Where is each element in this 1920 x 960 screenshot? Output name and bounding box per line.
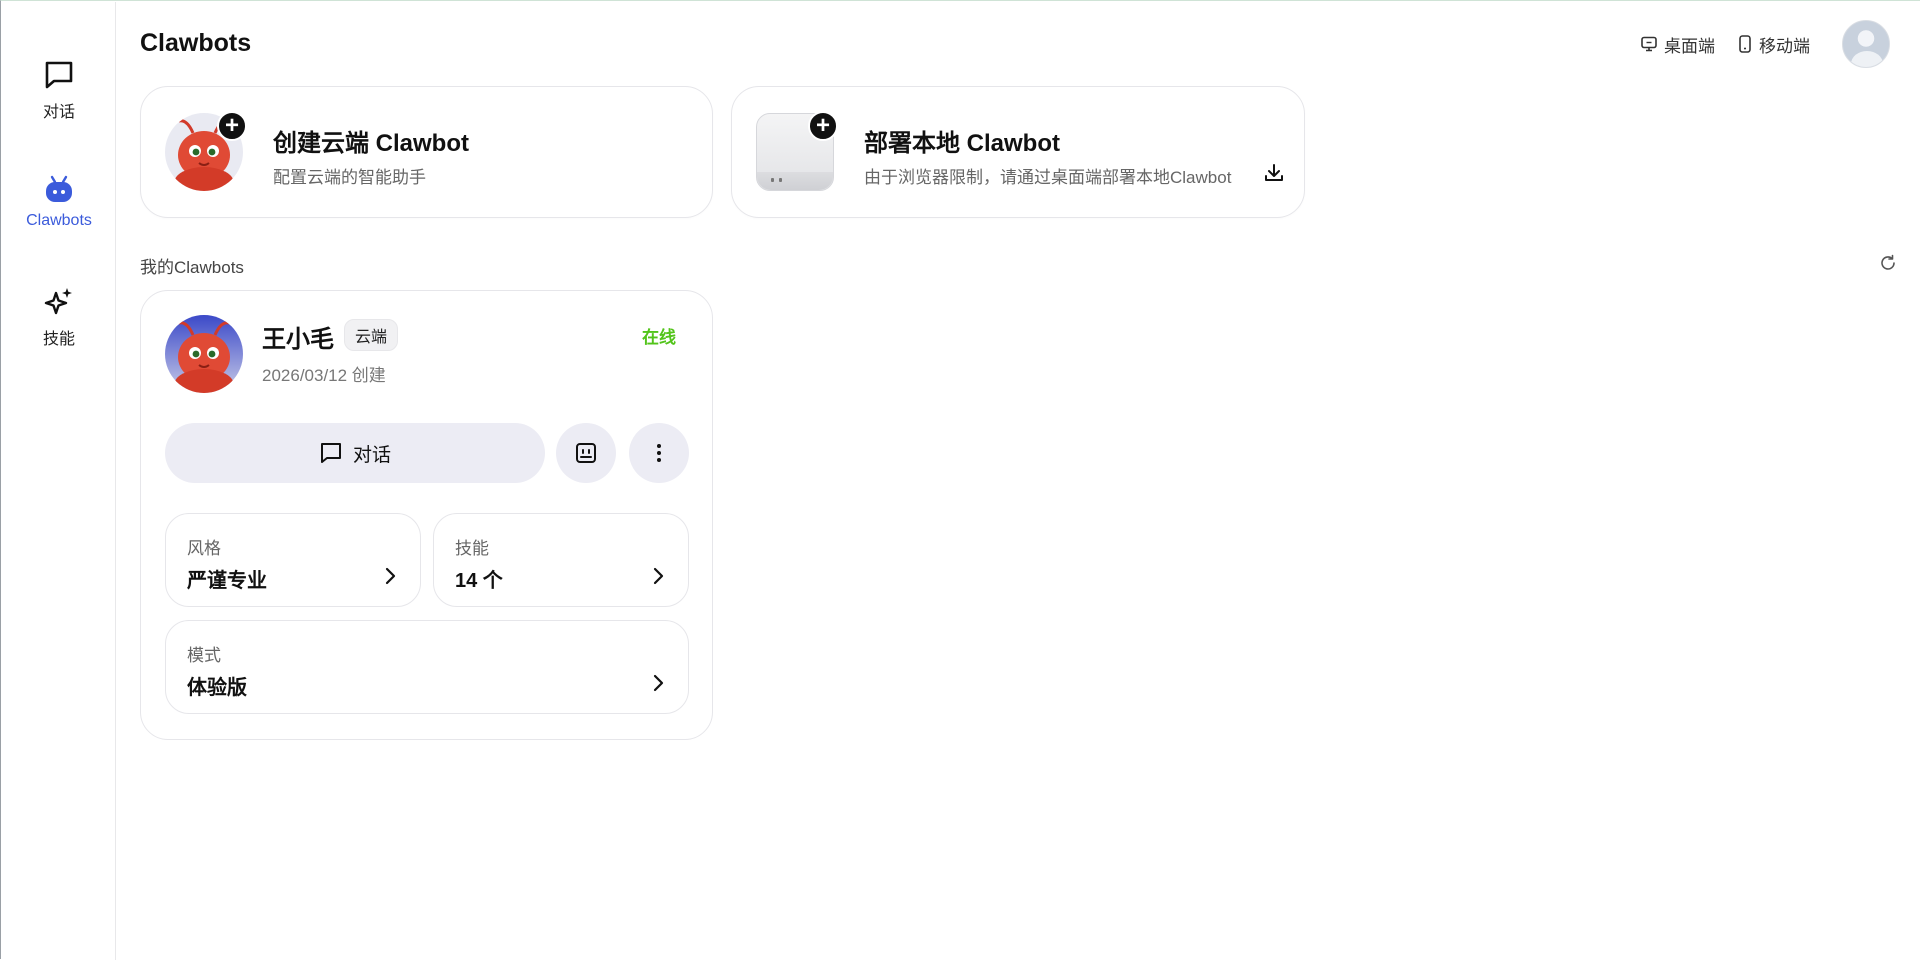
my-bots-label: 我的Clawbots xyxy=(140,258,244,277)
desktop-link[interactable]: 桌面端 xyxy=(1640,32,1715,57)
sparkle-icon xyxy=(42,285,76,319)
status-badge: 在线 xyxy=(642,328,676,347)
skills-tile[interactable]: 技能 14 个 xyxy=(433,513,689,607)
header-actions: 桌面端 移动端 xyxy=(1640,19,1920,69)
bot-created-date: 2026/03/12 创建 xyxy=(262,366,386,385)
app-window: 对话 Clawbots 技能 Clawbots 桌面端 移动端 + 创建云端 C… xyxy=(0,0,1920,960)
download-icon[interactable] xyxy=(1262,161,1286,185)
desktop-label: 桌面端 xyxy=(1664,36,1715,56)
monitor-icon xyxy=(1641,36,1657,52)
bot-avatar xyxy=(165,315,243,393)
bot-name: 王小毛 xyxy=(262,326,334,353)
phone-icon xyxy=(1739,35,1751,53)
skills-label: 技能 xyxy=(455,539,489,558)
chat-bubble-icon xyxy=(42,58,76,92)
mobile-label: 移动端 xyxy=(1759,36,1810,56)
sidebar-item-clawbots[interactable]: Clawbots xyxy=(2,172,116,258)
sidebar-item-label: 对话 xyxy=(42,104,75,121)
style-tile[interactable]: 风格 严谨专业 xyxy=(165,513,421,607)
refresh-icon[interactable] xyxy=(1878,253,1898,273)
deploy-local-title: 部署本地 Clawbot xyxy=(864,130,1060,157)
more-vertical-icon xyxy=(657,444,661,462)
chat-bubble-icon xyxy=(320,443,341,463)
sidebar-item-chat[interactable]: 对话 xyxy=(2,58,116,144)
bot-type-badge: 云端 xyxy=(344,319,399,351)
sidebar-item-label: 技能 xyxy=(42,331,75,348)
style-value: 严谨专业 xyxy=(187,570,267,592)
create-cloud-card[interactable]: + 创建云端 Clawbot 配置云端的智能助手 xyxy=(140,86,713,218)
sidebar-item-skills[interactable]: 技能 xyxy=(2,285,116,371)
plus-icon: + xyxy=(808,111,838,141)
chat-button-label: 对话 xyxy=(352,444,391,466)
bot-card: 王小毛 云端 2026/03/12 创建 在线 对话 风格 严谨专业 技能 14… xyxy=(140,290,713,740)
skills-value: 14 个 xyxy=(455,570,503,592)
mac-mini-image: + xyxy=(756,111,838,191)
create-cloud-subtitle: 配置云端的智能助手 xyxy=(273,168,426,187)
create-cloud-title: 创建云端 Clawbot xyxy=(273,130,469,157)
mode-tile[interactable]: 模式 体验版 xyxy=(165,620,689,714)
more-options-button[interactable] xyxy=(629,423,689,483)
deploy-local-card[interactable]: + 部署本地 Clawbot 由于浏览器限制，请通过桌面端部署本地Clawbot xyxy=(731,86,1305,218)
user-avatar[interactable] xyxy=(1842,20,1890,68)
robot-icon xyxy=(42,172,76,206)
console-button[interactable] xyxy=(556,423,616,483)
deploy-local-subtitle: 由于浏览器限制，请通过桌面端部署本地Clawbot xyxy=(864,168,1232,187)
chevron-right-icon xyxy=(653,567,664,585)
sidebar-item-label: Clawbots xyxy=(26,212,92,229)
page-title: Clawbots xyxy=(140,29,252,57)
mobile-link[interactable]: 移动端 xyxy=(1737,32,1810,57)
chat-button[interactable]: 对话 xyxy=(165,423,545,483)
lobster-avatar: + xyxy=(165,111,247,191)
plus-icon: + xyxy=(217,111,247,141)
robot-face-icon xyxy=(576,443,596,463)
chevron-right-icon xyxy=(653,674,664,692)
style-label: 风格 xyxy=(187,539,221,558)
mode-value: 体验版 xyxy=(187,677,247,699)
sidebar: 对话 Clawbots 技能 xyxy=(2,2,116,960)
chevron-right-icon xyxy=(385,567,396,585)
mode-label: 模式 xyxy=(187,646,221,665)
